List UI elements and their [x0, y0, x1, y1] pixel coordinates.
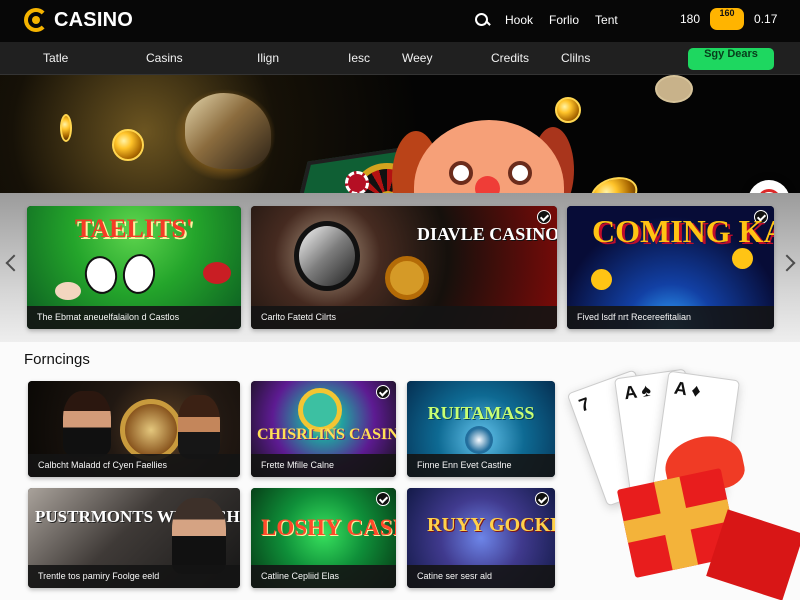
man-portrait-image [172, 498, 226, 574]
nav-item-casins[interactable]: Casins [146, 51, 183, 65]
top-bar: CASINO Hook Forlio Tent 180 160 0.17 [0, 0, 800, 42]
brand-name: CASINO [54, 8, 133, 31]
check-icon[interactable] [376, 385, 390, 399]
featured-card-coming-kar[interactable]: COMING KAR Fived lsdf nrt Recereefitalia… [567, 206, 774, 329]
hero-banner [0, 75, 800, 193]
red-ring-icon[interactable] [748, 180, 790, 193]
card-title: DIAVLE CASINOS [417, 224, 557, 244]
skeleton-character-image [294, 221, 360, 291]
card-title: TAELITS' [74, 214, 193, 243]
counter-right-value: 0.17 [754, 12, 778, 26]
card-title: RUYY GOCKES [427, 514, 555, 536]
card-title: CHISRLINS CASINO [257, 426, 396, 443]
nav-item-ilign[interactable]: Ilign [257, 51, 279, 65]
card-caption: Frette Mfille Calne [251, 454, 396, 477]
top-link-hook[interactable]: Hook [505, 13, 533, 27]
card-caption: Fived lsdf nrt Recereefitalian [567, 306, 774, 329]
check-icon[interactable] [376, 492, 390, 506]
globe-icon [465, 426, 493, 454]
nav-item-iesc[interactable]: Iesc [348, 51, 370, 65]
casino-chip-icon [55, 282, 81, 300]
coin-balance-pill[interactable]: 160 [710, 8, 745, 30]
casino-chip-icon [345, 171, 369, 193]
card-title: COMING KAR [592, 213, 774, 249]
grid-card-ruitamass[interactable]: RUITAMASS Finne Enn Evet Castlne [407, 381, 555, 477]
grid-card-pustrmonts[interactable]: PUSTRMONTS WEEK CHEAL COSSINES Trentle t… [28, 488, 240, 588]
gold-coin-icon [60, 114, 72, 142]
clown-eye-left [449, 161, 473, 185]
nav-item-credits[interactable]: Credits [491, 51, 529, 65]
counter-left-value: 180 [680, 12, 701, 26]
nav-item-tatle[interactable]: Tatle [43, 51, 68, 65]
nav-item-weey[interactable]: Weey [402, 51, 432, 65]
grid-card-ruyy-gockes[interactable]: RUYY GOCKES Catine ser sesr ald [407, 488, 555, 588]
card-caption: Trentle tos pamiry Foolge eeld [28, 565, 240, 588]
woman-portrait-image [63, 391, 111, 457]
top-link-tent[interactable]: Tent [595, 13, 618, 27]
card-caption: Catline Cepliid Elas [251, 565, 396, 588]
roulette-icon [120, 399, 182, 461]
grid-card-loshy-casins[interactable]: LOSHY CASINS Catline Cepliid Elas [251, 488, 396, 588]
gold-coin-icon [555, 97, 581, 123]
top-link-forlio[interactable]: Forlio [549, 13, 579, 27]
check-icon[interactable] [535, 492, 549, 506]
casino-logo[interactable]: CASINO [24, 6, 133, 34]
signup-button[interactable]: Sgy Dears [688, 48, 774, 70]
featured-card-diavle-casinos[interactable]: DIAVLE CASINOS Carlto Fatetd Cilrts [251, 206, 557, 329]
section-title: Forncings [24, 351, 90, 368]
gold-coin-icon [591, 269, 612, 290]
top-actions: Hook Forlio Tent [474, 8, 634, 32]
man-portrait-image [178, 395, 220, 459]
search-icon[interactable] [474, 12, 490, 28]
gold-coin-icon [112, 129, 144, 161]
gold-coin-icon [586, 171, 642, 193]
nav-item-clilns[interactable]: Clilns [561, 51, 590, 65]
check-icon[interactable] [537, 210, 551, 224]
grid-card-chisrlins-casino[interactable]: CHISRLINS CASINO Frette Mfille Calne [251, 381, 396, 477]
main-navigation: Tatle Casins Ilign Iesc Weey Credits Cli… [0, 42, 800, 75]
card-caption: Catine ser sesr ald [407, 565, 555, 588]
card-caption: Calbcht Maladd cf Cyen Faellies [28, 454, 240, 477]
casino-chip-icon [203, 262, 231, 284]
gold-coin-icon [732, 248, 753, 269]
stone-coin-icon [655, 75, 693, 103]
card-caption: The Ebmat aneuelfalailon d Castlos [27, 306, 241, 329]
account-counter: 180 160 0.17 [680, 8, 777, 30]
casino-c-icon [24, 8, 48, 32]
featured-card-taelits[interactable]: TAELITS' The Ebmat aneuelfalailon d Cast… [27, 206, 241, 329]
card-caption: Carlto Fatetd Cilrts [251, 306, 557, 329]
card-title: LOSHY CASINS [261, 515, 396, 540]
clown-eye-right [508, 161, 532, 185]
card-caption: Finne Enn Evet Castlne [407, 454, 555, 477]
card-title: RUITAMASS [427, 403, 535, 423]
ornament-icon [385, 256, 429, 300]
grid-card-portraits[interactable]: Calbcht Maladd cf Cyen Faellies [28, 381, 240, 477]
